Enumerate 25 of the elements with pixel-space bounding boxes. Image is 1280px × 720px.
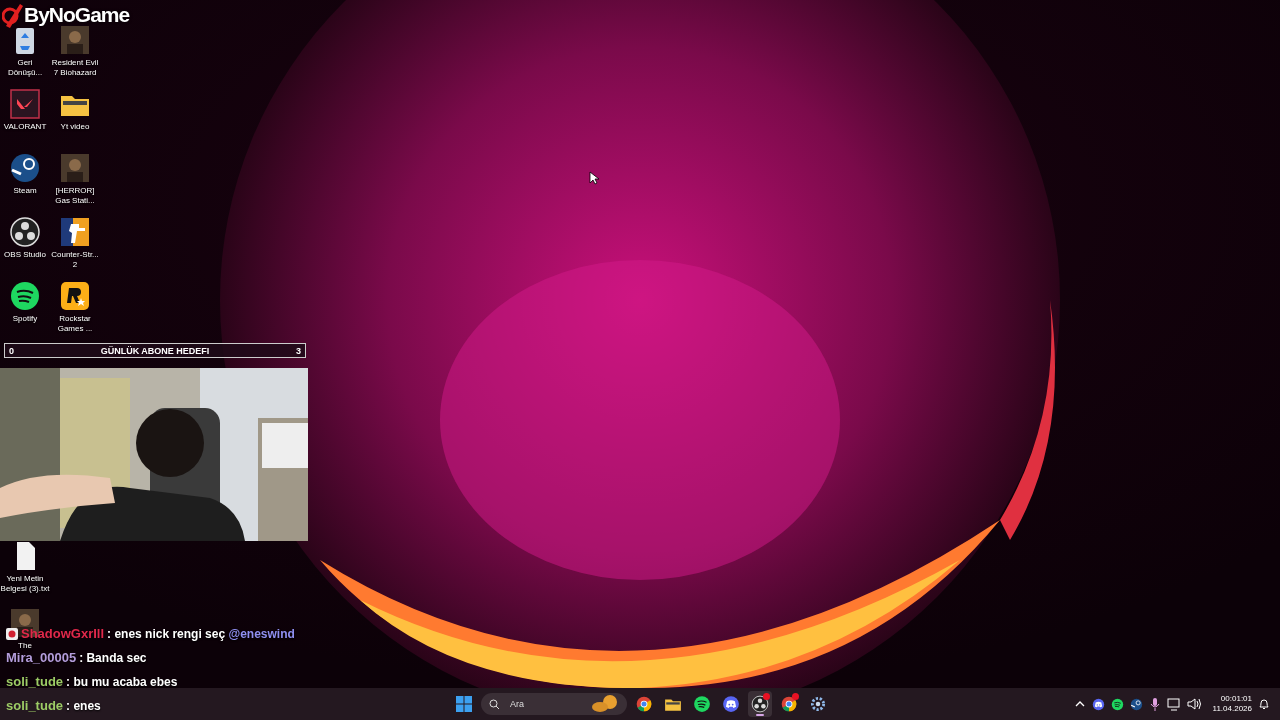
microphone-icon <box>1148 697 1161 711</box>
search-field[interactable]: Ara <box>508 694 582 714</box>
discord-icon <box>722 695 740 713</box>
taskbar-app[interactable] <box>748 691 772 717</box>
chat-message: : enes <box>66 698 101 713</box>
chat-username: soli_tude <box>6 698 64 713</box>
tray-button[interactable] <box>1110 697 1124 711</box>
volume-icon <box>1186 697 1201 711</box>
clock[interactable]: 00:01:01 11.04.2026 <box>1212 694 1252 714</box>
spotify-icon <box>693 695 711 713</box>
discord-icon <box>1091 697 1105 711</box>
obs-icon <box>751 695 769 713</box>
chrome-icon <box>635 695 653 713</box>
tray-button[interactable] <box>1186 697 1201 711</box>
chrome-icon <box>780 695 798 713</box>
tray-button[interactable] <box>1129 697 1143 711</box>
steam-icon <box>1129 697 1143 711</box>
display-icon <box>1166 697 1181 711</box>
spotify-icon <box>1110 697 1124 711</box>
tray-button[interactable] <box>1148 697 1161 711</box>
bell-icon[interactable] <box>1258 698 1270 710</box>
search-icon <box>489 698 500 710</box>
search-bar[interactable]: Ara <box>481 693 627 715</box>
gear-icon <box>809 695 827 713</box>
tray-button[interactable] <box>1091 697 1105 711</box>
